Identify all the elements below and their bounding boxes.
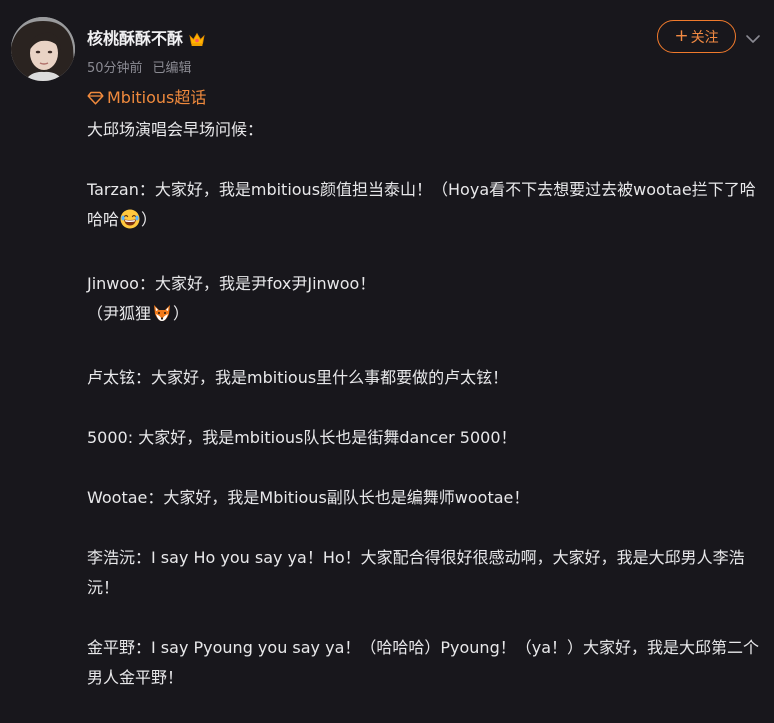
laughing-emoji-icon xyxy=(120,209,140,239)
crown-icon xyxy=(188,31,206,53)
follow-button[interactable]: + 关注 xyxy=(657,20,736,53)
paragraph-tarzan: Tarzan：大家好，我是mbitious颜值担当泰山！（Hoya看不下去想要过… xyxy=(87,175,759,239)
post-meta: 50分钟前 已编辑 xyxy=(87,59,192,79)
edited-label[interactable]: 已编辑 xyxy=(153,61,192,76)
paragraph-text-end: ） xyxy=(173,304,190,323)
avatar[interactable] xyxy=(11,17,75,81)
paragraph-jinwoo: Jinwoo：大家好，我是尹fox尹Jinwoo！ （尹狐狸 ） xyxy=(87,269,759,333)
topic-label[interactable]: Mbitious超话 xyxy=(107,87,206,109)
author-name[interactable]: 核桃酥酥不酥 xyxy=(87,28,206,53)
post-content: 大邱场演唱会早场问候： Tarzan：大家好，我是mbitious颜值担当泰山！… xyxy=(87,115,759,723)
paragraph-pyoungya: 金平野：I say Pyoung you say ya！（哈哈哈）Pyoung！… xyxy=(87,638,760,687)
paragraph-5000: 5000: 大家好，我是mbitious队长也是街舞dancer 5000！ xyxy=(87,428,517,447)
chevron-down-icon[interactable] xyxy=(745,30,761,43)
diamond-icon xyxy=(87,91,104,105)
paragraph-wootae: Wootae：大家好，我是Mbitious副队长也是编舞师wootae！ xyxy=(87,488,530,507)
plus-icon: + xyxy=(674,26,689,46)
paragraph-text: （尹狐狸 xyxy=(87,304,152,323)
post-time[interactable]: 50分钟前 xyxy=(87,61,143,76)
author-name-text[interactable]: 核桃酥酥不酥 xyxy=(87,29,183,48)
paragraph-text: Jinwoo：大家好，我是尹fox尹Jinwoo！ xyxy=(87,274,376,293)
topic-link[interactable]: Mbitious超话 xyxy=(87,87,206,109)
fox-emoji-icon xyxy=(152,303,172,333)
follow-label: 关注 xyxy=(690,29,719,46)
paragraph-hoyeon: 李浩沅：I say Ho you say ya！Ho！大家配合得很好很感动啊，大… xyxy=(87,548,745,597)
paragraph-text-end: ） xyxy=(141,210,158,229)
paragraph-text: Tarzan：大家好，我是mbitious颜值担当泰山！（Hoya看不下去想要过… xyxy=(87,180,756,229)
paragraph-greeting: 大邱场演唱会早场问候： xyxy=(87,120,264,139)
paragraph-taehyun: 卢太铉：大家好，我是mbitious里什么事都要做的卢太铉！ xyxy=(87,368,509,387)
